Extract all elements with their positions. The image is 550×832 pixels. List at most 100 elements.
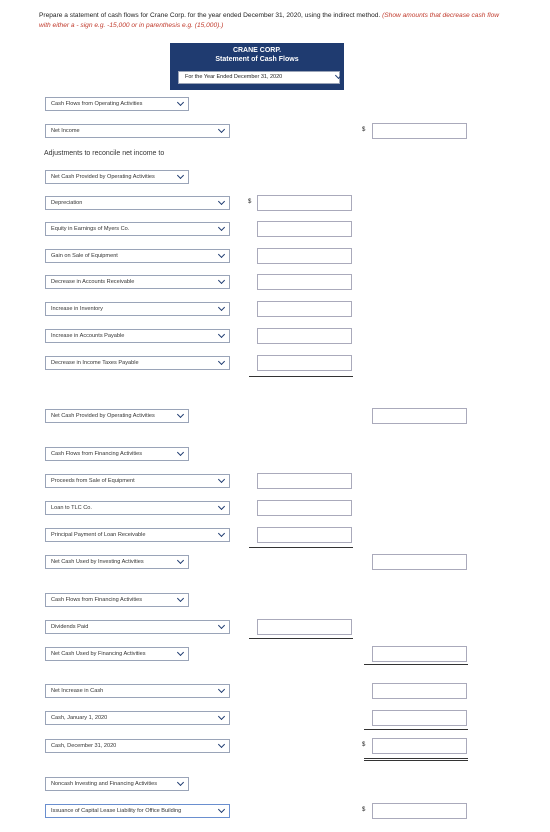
currency-symbol: $ (362, 807, 366, 813)
chevron-down-icon (176, 410, 185, 419)
net-increase-label: Net Increase in Cash (51, 688, 104, 694)
currency-symbol: $ (248, 199, 252, 205)
net-income-select[interactable]: Net Income (45, 124, 230, 138)
net-increase-select[interactable]: Net Increase in Cash (45, 684, 230, 698)
chevron-down-icon (217, 197, 226, 206)
chevron-down-icon (217, 357, 226, 366)
subtotal-underline (364, 729, 468, 730)
instructions: Prepare a statement of cash flows for Cr… (39, 11, 509, 31)
capital-lease-select[interactable]: Issuance of Capital Lease Liability for … (45, 804, 230, 818)
noncash-header-label: Noncash Investing and Financing Activiti… (51, 781, 158, 787)
chevron-down-icon (217, 685, 226, 694)
net-cash-investing-label: Net Cash Used by Investing Activities (51, 559, 144, 565)
statement-title: Statement of Cash Flows (215, 56, 299, 63)
total-double-underline (364, 758, 468, 759)
gain-sale-label: Gain on Sale of Equipment (51, 253, 118, 259)
chevron-down-icon (217, 303, 226, 312)
chevron-down-icon (217, 276, 226, 285)
principal-loan-select[interactable]: Principal Payment of Loan Receivable (45, 528, 230, 542)
loan-tlc-select[interactable]: Loan to TLC Co. (45, 501, 230, 515)
principal-loan-input[interactable] (257, 527, 352, 543)
increase-ap-select[interactable]: Increase in Accounts Payable (45, 329, 230, 343)
equity-earnings-input[interactable] (257, 221, 352, 237)
decrease-tax-label: Decrease in Income Taxes Payable (51, 360, 139, 366)
decrease-tax-select[interactable]: Decrease in Income Taxes Payable (45, 356, 230, 370)
cash-dec-select[interactable]: Cash, December 31, 2020 (45, 739, 230, 753)
operating-header-select[interactable]: Cash Flows from Operating Activities (45, 97, 189, 111)
company-name: CRANE CORP. (232, 47, 282, 54)
depreciation-select[interactable]: Depreciation (45, 196, 230, 210)
chevron-down-icon (176, 98, 185, 107)
chevron-down-icon (176, 648, 185, 657)
net-cash-investing-select[interactable]: Net Cash Used by Investing Activities (45, 555, 189, 569)
subtotal-underline (249, 376, 353, 377)
loan-tlc-label: Loan to TLC Co. (51, 505, 92, 511)
net-cash-financing-select[interactable]: Net Cash Used by Financing Activities (45, 647, 189, 661)
instructions-text: Prepare a statement of cash flows for Cr… (39, 12, 381, 19)
dividends-select[interactable]: Dividends Paid (45, 620, 230, 634)
decrease-ar-label: Decrease in Accounts Receivable (51, 279, 135, 285)
net-cash-operating-sub-select[interactable]: Net Cash Provided by Operating Activitie… (45, 170, 189, 184)
chevron-down-icon (217, 740, 226, 749)
subtotal-underline (249, 638, 353, 639)
increase-inventory-input[interactable] (257, 301, 352, 317)
chevron-down-icon (176, 556, 185, 565)
financing-header-label: Cash Flows from Financing Activities (51, 597, 143, 603)
financing-header-select[interactable]: Cash Flows from Financing Activities (45, 593, 189, 607)
net-cash-investing-input[interactable] (372, 554, 467, 570)
net-cash-operating-select[interactable]: Net Cash Provided by Operating Activitie… (45, 409, 189, 423)
gain-sale-select[interactable]: Gain on Sale of Equipment (45, 249, 230, 263)
gain-sale-input[interactable] (257, 248, 352, 264)
principal-loan-label: Principal Payment of Loan Receivable (51, 532, 146, 538)
period-select-label: For the Year Ended December 31, 2020 (185, 74, 283, 80)
net-cash-operating-input[interactable] (372, 408, 467, 424)
increase-inventory-select[interactable]: Increase in Inventory (45, 302, 230, 316)
depreciation-input[interactable] (257, 195, 352, 211)
cash-jan-select[interactable]: Cash, January 1, 2020 (45, 711, 230, 725)
increase-ap-input[interactable] (257, 328, 352, 344)
net-increase-input[interactable] (372, 683, 467, 699)
total-double-underline (364, 760, 468, 761)
increase-ap-label: Increase in Accounts Payable (51, 333, 125, 339)
noncash-header-select[interactable]: Noncash Investing and Financing Activiti… (45, 777, 189, 791)
net-cash-financing-label: Net Cash Used by Financing Activities (51, 651, 146, 657)
investing-header-label: Cash Flows from Financing Activities (51, 451, 143, 457)
currency-symbol: $ (362, 742, 366, 748)
dividends-label: Dividends Paid (51, 624, 89, 630)
chevron-down-icon (217, 621, 226, 630)
period-select[interactable]: For the Year Ended December 31, 2020 (178, 71, 343, 84)
capital-lease-input[interactable] (372, 803, 467, 819)
cash-jan-input[interactable] (372, 710, 467, 726)
net-income-label: Net Income (51, 128, 80, 134)
operating-header-label: Cash Flows from Operating Activities (51, 101, 143, 107)
cash-dec-label: Cash, December 31, 2020 (51, 743, 117, 749)
equity-earnings-select[interactable]: Equity in Earnings of Myers Co. (45, 222, 230, 236)
subtotal-underline (364, 664, 468, 665)
chevron-down-icon (217, 125, 226, 134)
net-cash-operating-sub-label: Net Cash Provided by Operating Activitie… (51, 174, 155, 180)
proceeds-equipment-label: Proceeds from Sale of Equipment (51, 478, 135, 484)
cash-dec-input[interactable] (372, 738, 467, 754)
chevron-down-icon (217, 502, 226, 511)
dividends-input[interactable] (257, 619, 352, 635)
investing-header-select[interactable]: Cash Flows from Financing Activities (45, 447, 189, 461)
chevron-down-icon (176, 778, 185, 787)
chevron-down-icon (217, 223, 226, 232)
capital-lease-label: Issuance of Capital Lease Liability for … (51, 808, 182, 814)
proceeds-equipment-input[interactable] (257, 473, 352, 489)
net-cash-financing-input[interactable] (372, 646, 467, 662)
currency-symbol: $ (362, 127, 366, 133)
decrease-ar-input[interactable] (257, 274, 352, 290)
decrease-tax-input[interactable] (257, 355, 352, 371)
proceeds-equipment-select[interactable]: Proceeds from Sale of Equipment (45, 474, 230, 488)
chevron-down-icon (176, 448, 185, 457)
chevron-down-icon (176, 171, 185, 180)
equity-earnings-label: Equity in Earnings of Myers Co. (51, 226, 130, 232)
net-income-input[interactable] (372, 123, 467, 139)
chevron-down-icon (217, 475, 226, 484)
net-cash-operating-label: Net Cash Provided by Operating Activitie… (51, 413, 155, 419)
loan-tlc-input[interactable] (257, 500, 352, 516)
chevron-down-icon (217, 712, 226, 721)
chevron-down-icon (217, 805, 226, 814)
decrease-ar-select[interactable]: Decrease in Accounts Receivable (45, 275, 230, 289)
